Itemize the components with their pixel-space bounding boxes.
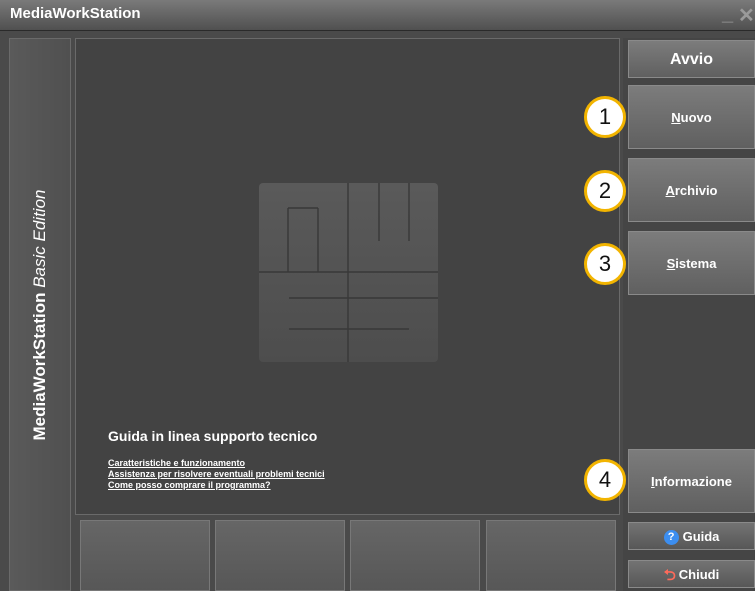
mws-logo-icon — [259, 183, 438, 362]
callout-badge-2: 2 — [584, 170, 626, 212]
brand-edition: Basic Edition — [30, 189, 49, 288]
archivio-label: rchivio — [674, 183, 718, 198]
sistema-label: istema — [675, 256, 717, 271]
nuovo-mnemonic: N — [671, 110, 681, 125]
chiudi-label-start: C — [678, 567, 689, 582]
title-bar: MediaWorkStation _ ✕ — [0, 0, 755, 31]
link-purchase[interactable]: Come posso comprare il programma? — [108, 480, 271, 490]
link-features[interactable]: Caratteristiche e funzionamento — [108, 458, 245, 468]
close-button[interactable]: ✕ — [738, 3, 755, 28]
nuovo-button[interactable]: Nuovo — [628, 85, 755, 149]
informazione-label: nformazione — [654, 474, 732, 489]
bottom-panel-2 — [215, 520, 345, 591]
window-title: MediaWorkStation — [10, 5, 141, 22]
nuovo-label: uovo — [680, 110, 712, 125]
bottom-panel-4 — [486, 520, 616, 591]
guida-mnemonic: G — [682, 529, 693, 544]
informazione-button[interactable]: Informazione — [628, 449, 755, 513]
callout-badge-3: 3 — [584, 243, 626, 285]
minimize-button[interactable]: _ — [722, 3, 733, 26]
chiudi-mnemonic: h — [688, 567, 697, 582]
help-icon: ? — [663, 530, 679, 546]
chiudi-button[interactable]: ⮌ Chiudi — [628, 560, 755, 588]
archivio-button[interactable]: Archivio — [628, 158, 755, 222]
brand-vertical-text: MediaWorkStation Basic Edition — [30, 189, 50, 440]
link-tech-support[interactable]: Assistenza per risolvere eventuali probl… — [108, 469, 325, 479]
sistema-button[interactable]: Sistema — [628, 231, 755, 295]
callout-badge-4: 4 — [584, 459, 626, 501]
avvio-header: Avvio — [628, 40, 755, 78]
archivio-mnemonic: A — [665, 183, 675, 198]
bottom-panel-3 — [350, 520, 480, 591]
guida-label: uida — [692, 529, 720, 544]
sidebar-brand: MediaWorkStation Basic Edition — [9, 38, 71, 591]
brand-name: MediaWorkStation — [30, 292, 49, 440]
exit-arrow-icon: ⮌ — [663, 566, 676, 584]
help-section-title: Guida in linea supporto tecnico — [108, 428, 318, 444]
guida-button[interactable]: ? Guida — [628, 522, 755, 550]
bottom-panel-1 — [80, 520, 210, 591]
chiudi-label-end: iudi — [696, 567, 720, 582]
callout-badge-1: 1 — [584, 96, 626, 138]
sistema-mnemonic: S — [666, 256, 676, 271]
